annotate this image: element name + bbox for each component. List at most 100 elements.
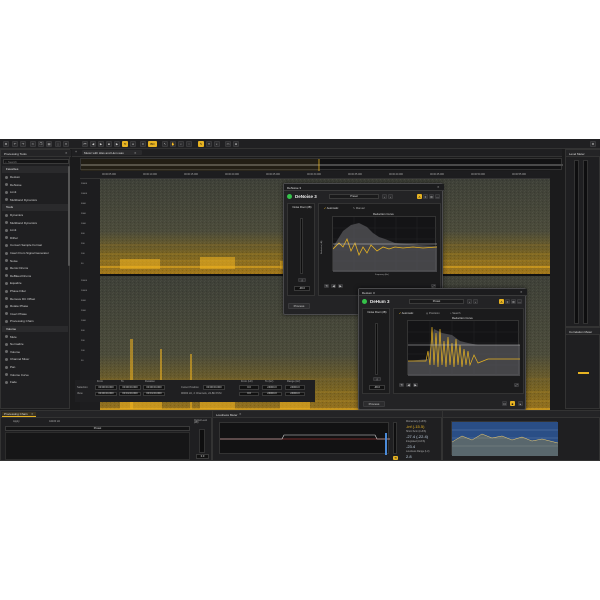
dehum-prev-preset[interactable]: ‹ xyxy=(467,299,472,304)
close-icon[interactable]: ✕ xyxy=(437,185,440,189)
denoise-learn-button[interactable]: ⤓ xyxy=(298,278,306,282)
output-level-value[interactable]: 0.0 xyxy=(196,454,209,459)
hand-icon[interactable]: ✋ xyxy=(170,141,176,147)
denoise-titlebar[interactable]: DeNoise 3 ✕ xyxy=(284,184,444,191)
dehum-curve-graph[interactable] xyxy=(407,320,520,376)
tool-item[interactable]: Invert Phase xyxy=(2,310,68,317)
rewind-icon[interactable]: ⏮ xyxy=(82,141,88,147)
eraser-icon[interactable]: ▭ xyxy=(225,141,231,147)
denoise-power-toggle[interactable] xyxy=(287,194,292,199)
tool-item[interactable]: Fade xyxy=(2,379,68,386)
close-icon[interactable]: ✕ xyxy=(65,151,68,155)
tool-item[interactable]: Insert From Signal Generator xyxy=(2,250,68,257)
tool-item[interactable]: DeNoise xyxy=(2,181,68,188)
play-icon[interactable]: ▶ xyxy=(98,141,104,147)
overview-strip[interactable] xyxy=(80,158,563,171)
tool-item[interactable]: Multiband Dynamics xyxy=(2,219,68,226)
dehum-noise-floor-value[interactable]: -96.0 xyxy=(369,385,385,390)
dehum-learn-button[interactable]: ⤓ xyxy=(373,377,381,381)
selection-from-field[interactable]: 00:00:00.000 xyxy=(95,385,117,390)
dehum-search-label[interactable]: ⌕ Search xyxy=(450,312,460,315)
tool-item[interactable]: Equalize xyxy=(2,280,68,287)
dehum-menu-icon[interactable]: ≡ xyxy=(505,299,510,304)
freq-range-field-2[interactable]: 24000.0 xyxy=(285,391,305,397)
freq-to-field-2[interactable]: 24000.0 xyxy=(262,391,282,397)
tool-category[interactable]: Favorites xyxy=(2,166,68,173)
view-more-icon[interactable]: ▸ xyxy=(518,401,523,406)
selection-to-field[interactable]: 00:00:00.000 xyxy=(119,385,141,390)
denoise-noise-floor-value[interactable]: -96.0 xyxy=(294,286,310,291)
dehum-ctl-2[interactable]: ◀ xyxy=(406,383,411,387)
freq-to-field[interactable]: 24000.0 xyxy=(262,385,282,390)
close-icon[interactable]: ✕ xyxy=(520,290,523,294)
pencil-icon[interactable]: ✎ xyxy=(198,141,204,147)
tab-document[interactable]: Music with Hiss and Hum.wav xyxy=(82,150,142,155)
dehum-more-icon[interactable]: ⋯ xyxy=(517,299,522,304)
denoise-next-preset[interactable]: › xyxy=(388,194,393,199)
copy-icon[interactable]: ❐ xyxy=(38,141,44,147)
tab-level-meter[interactable]: Level Meter xyxy=(567,151,595,156)
tool-item[interactable]: Limit xyxy=(2,227,68,234)
dehum-noise-floor-slider[interactable] xyxy=(375,323,378,375)
paste-icon[interactable]: ▤ xyxy=(46,141,52,147)
close-icon[interactable]: ✕ xyxy=(239,412,242,416)
tool-item[interactable]: Remix Drums xyxy=(2,265,68,272)
dehum-auto-label[interactable]: ✔ Automatic xyxy=(399,312,413,315)
chain-preset-select[interactable]: Preset xyxy=(5,426,190,431)
tool-item[interactable]: DeHum xyxy=(2,174,68,181)
brush-icon[interactable]: ◐ xyxy=(214,141,220,147)
dehum-power-toggle[interactable] xyxy=(362,299,367,304)
tool-item[interactable]: Remove DC Offset xyxy=(2,295,68,302)
freq-from-field-2[interactable]: 0.0 xyxy=(239,391,259,397)
redo-icon[interactable]: ↷ xyxy=(20,141,26,147)
tool-item[interactable]: Pan xyxy=(2,364,68,371)
tool-item[interactable]: Noise xyxy=(2,257,68,264)
denoise-prev-preset[interactable]: ‹ xyxy=(382,194,387,199)
chain-apply-label[interactable]: Apply xyxy=(13,420,20,423)
denoise-manual-label[interactable]: ✎ Manual xyxy=(353,207,364,210)
denoise-more-icon[interactable]: ⋯ xyxy=(435,194,440,199)
denoise-preset-select[interactable]: Preset xyxy=(329,194,379,199)
sample-icon[interactable]: ⊕ xyxy=(233,141,239,147)
tool-item[interactable]: Limit xyxy=(2,189,68,196)
tool-item[interactable]: Volume Curve xyxy=(2,371,68,378)
stop-icon[interactable]: ■ xyxy=(106,141,112,147)
dehum-ctl-3[interactable]: ▶ xyxy=(413,383,418,387)
close-icon[interactable]: ✕ xyxy=(134,151,137,155)
back-icon[interactable]: ◀ xyxy=(90,141,96,147)
tool-item[interactable]: Phase Filter xyxy=(2,288,68,295)
tab-processing-tools[interactable]: Processing Tools xyxy=(2,151,42,156)
dehum-compare-button[interactable]: A xyxy=(499,299,504,304)
lasso-icon[interactable]: ◌ xyxy=(186,141,192,147)
tool-item[interactable]: Volume xyxy=(2,348,68,355)
settings-icon[interactable]: ⚙ xyxy=(590,141,596,147)
denoise-settings-icon[interactable]: ⚙ xyxy=(429,194,434,199)
denoise-compare-button[interactable]: A xyxy=(417,194,422,199)
cursor-position-field[interactable]: 00:00:00.000 xyxy=(203,385,225,390)
tool-item[interactable]: Normalize xyxy=(2,341,68,348)
split-icon[interactable]: ⋮ xyxy=(55,141,61,147)
tool-item[interactable]: Mute xyxy=(2,333,68,340)
selection-duration-field[interactable]: 00:00:00.000 xyxy=(143,385,165,390)
tool-item[interactable]: Dynamics xyxy=(2,212,68,219)
view-to-field[interactable]: 00:01:00.000 xyxy=(119,391,141,397)
freq-from-field[interactable]: 0.0 xyxy=(239,385,259,390)
dehum-precision-label[interactable]: ◎ Precision xyxy=(426,312,440,315)
freq-range-field[interactable]: 24000.0 xyxy=(285,385,305,390)
denoise-curve-graph[interactable] xyxy=(332,216,438,272)
dehum-preset-select[interactable]: Preset xyxy=(409,299,464,304)
tab-correlation-meter[interactable]: Correlation Meter xyxy=(567,329,600,334)
dehum-next-preset[interactable]: › xyxy=(473,299,478,304)
scrollbar[interactable] xyxy=(68,166,70,266)
dehum-titlebar[interactable]: DeHum 3 ✕ xyxy=(359,289,527,296)
loudness-reset-button[interactable]: ⟲ xyxy=(393,456,398,460)
dehum-settings-icon[interactable]: ⚙ xyxy=(511,299,516,304)
search-input[interactable]: ⌕ Search xyxy=(3,159,69,164)
record-icon[interactable]: ● xyxy=(130,141,136,147)
denoise-noise-floor-slider[interactable] xyxy=(300,218,303,274)
zoom-icon[interactable]: ⌕ xyxy=(178,141,184,147)
tool-item[interactable]: Processing Chain xyxy=(2,318,68,325)
chain-slot-area[interactable] xyxy=(5,432,190,460)
tool-item[interactable]: DeBleed Drums xyxy=(2,272,68,279)
tool-item[interactable]: Dither xyxy=(2,234,68,241)
